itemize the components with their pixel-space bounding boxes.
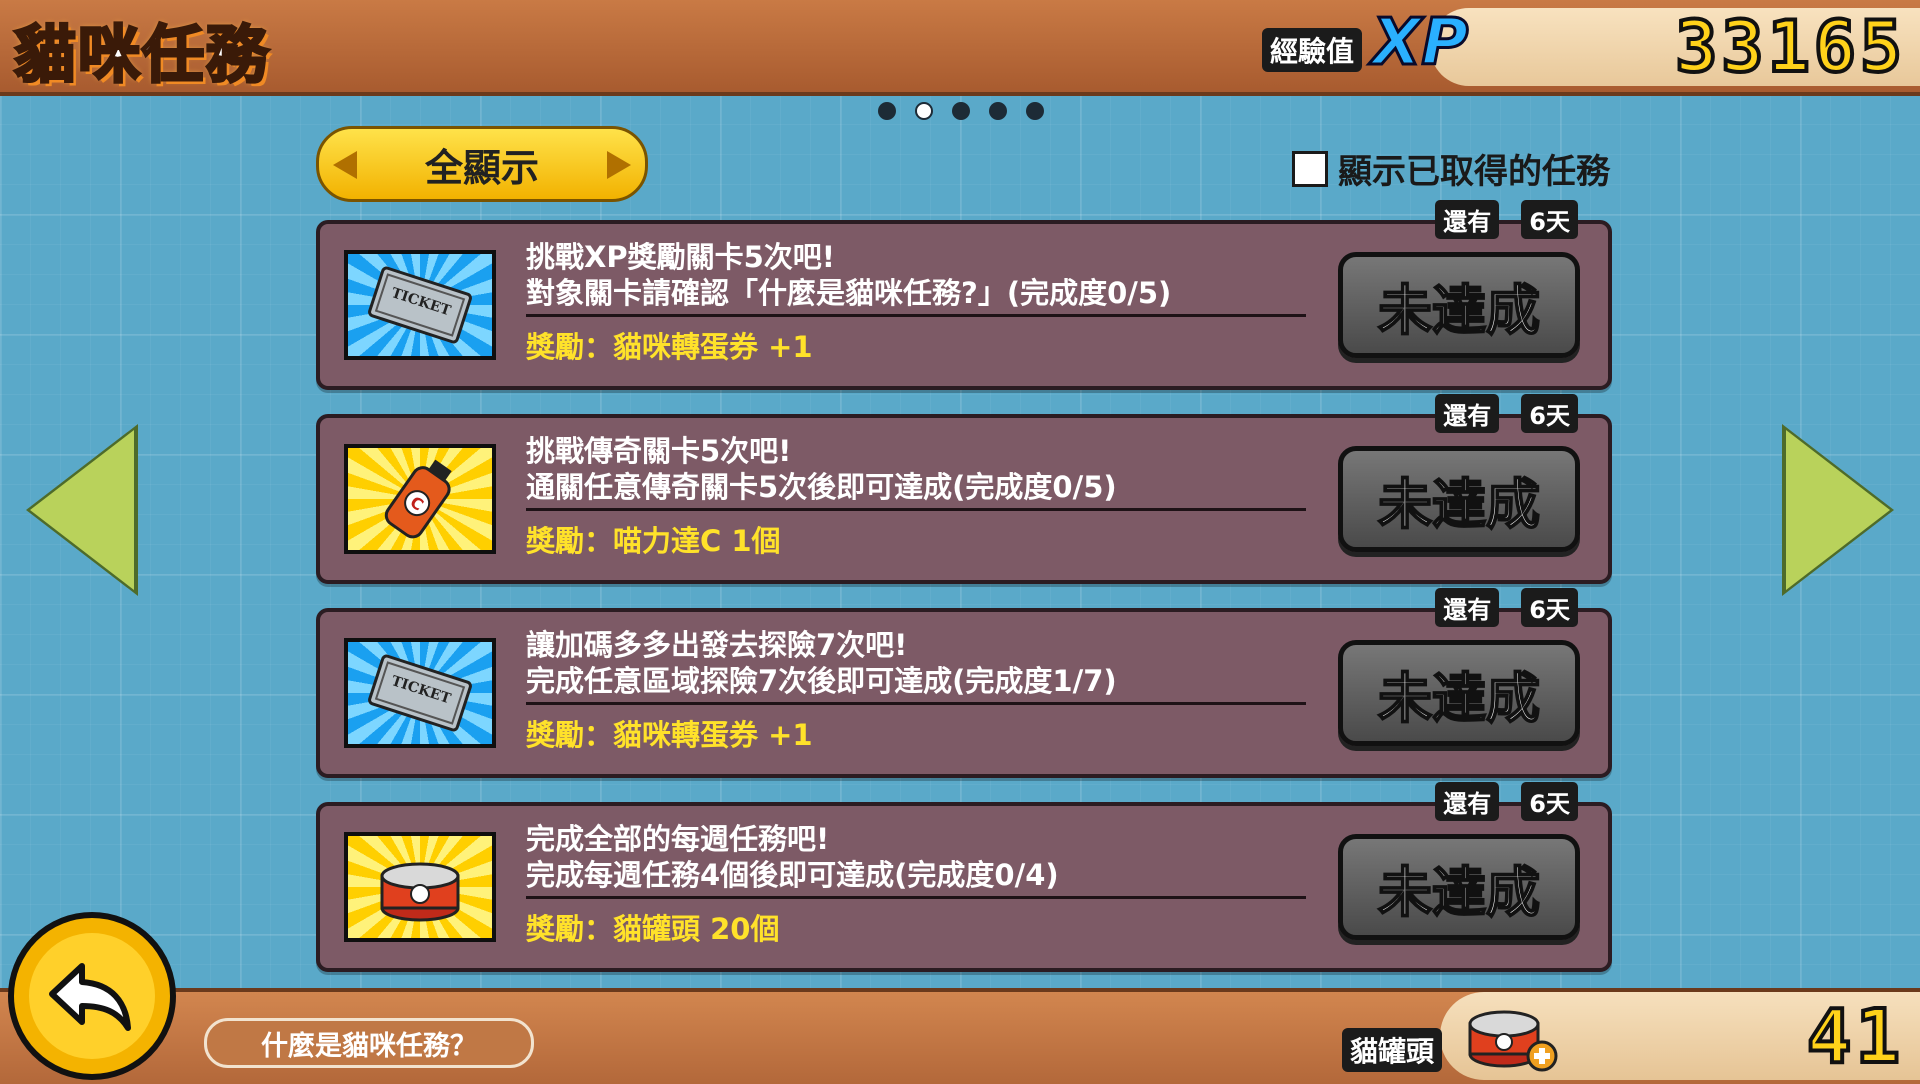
mission-status-button[interactable]: 未達成 [1338,446,1580,552]
ticket-icon: TICKET [344,638,496,748]
show-obtained-label: 顯示已取得的任務 [1338,152,1610,192]
energy-drink-icon: C [344,444,496,554]
can-count: 41 [1805,992,1904,1082]
mission-reward: 獎勵：貓咪轉蛋券 +1 [526,330,813,364]
page-dot[interactable] [1026,102,1044,120]
mission-card: 還有 6天 完成全部的每週任務吧! 完成每週任務4個後即可達成(完成度0/4) … [316,782,1612,972]
status-label: 未達成 [1377,278,1541,343]
deadline-prefix: 還有 [1435,200,1500,239]
status-label: 未達成 [1377,860,1541,925]
mission-description: 完成每週任務4個後即可達成(完成度0/4) [526,858,1059,892]
page-dot[interactable] [878,102,896,120]
mission-reward: 獎勵：貓咪轉蛋券 +1 [526,718,813,752]
deadline-days: 6天 [1521,782,1578,821]
mission-status-button[interactable]: 未達成 [1338,640,1580,746]
prev-page-arrow-icon[interactable] [30,430,134,590]
show-obtained-toggle[interactable]: 顯示已取得的任務 [1292,144,1610,193]
page-title: 貓咪任務 [12,17,271,93]
filter-prev-icon[interactable] [333,151,357,179]
page-dot[interactable] [989,102,1007,120]
mission-reward: 獎勵：喵力達C 1個 [526,524,781,558]
mission-card: 還有 6天 TICKET 挑戰XP獎勵關卡5次吧! 對象關卡請確認「什麼是貓咪任… [316,200,1612,390]
deadline-days: 6天 [1521,394,1578,433]
filter-next-icon[interactable] [607,151,631,179]
deadline-days: 6天 [1521,588,1578,627]
divider [526,896,1306,899]
cat-food-can-add-icon[interactable] [1460,998,1560,1074]
mission-deadline: 還有 6天 [1435,588,1578,627]
next-page-arrow-icon[interactable] [1786,430,1890,590]
ticket-icon: TICKET [344,250,496,360]
mission-description: 通關任意傳奇關卡5次後即可達成(完成度0/5) [526,470,1117,504]
mission-deadline: 還有 6天 [1435,200,1578,239]
mission-card: 還有 6天 C 挑戰傳奇關卡5次吧! 通關任意傳奇關卡5次後即可達成(完成度0/… [316,394,1612,584]
divider [526,314,1306,317]
back-arrow-icon [29,933,155,1059]
help-label: 什麼是貓咪任務？ [261,1030,477,1062]
back-button[interactable] [8,912,176,1080]
mission-status-button[interactable]: 未達成 [1338,252,1580,358]
mission-card: 還有 6天 TICKET 讓加碼多多出發去探險7次吧! 完成任意區域探險7次後即… [316,588,1612,778]
deadline-prefix: 還有 [1435,588,1500,627]
deadline-days: 6天 [1521,200,1578,239]
mission-deadline: 還有 6天 [1435,394,1578,433]
deadline-prefix: 還有 [1435,782,1500,821]
filter-label: 全顯示 [424,145,539,190]
mission-description: 完成任意區域探險7次後即可達成(完成度1/7) [526,664,1117,698]
deadline-prefix: 還有 [1435,394,1500,433]
status-label: 未達成 [1377,666,1541,731]
show-obtained-checkbox[interactable] [1292,150,1328,187]
mission-description: 對象關卡請確認「什麼是貓咪任務?」(完成度0/5) [526,276,1172,310]
divider [526,508,1306,511]
xp-value: 33165 [1673,4,1906,90]
mission-deadline: 還有 6天 [1435,782,1578,821]
mission-status-button[interactable]: 未達成 [1338,834,1580,940]
page-indicator [878,102,1044,120]
xp-word: XP [1370,5,1469,82]
xp-label: 經驗值 [1262,28,1363,72]
mission-reward: 獎勵：貓罐頭 20個 [526,912,780,946]
divider [526,702,1306,705]
status-label: 未達成 [1377,472,1541,537]
page-dot[interactable] [952,102,970,120]
cat-food-can-icon [344,832,496,942]
can-label: 貓罐頭 [1342,1028,1443,1072]
page-dot-active[interactable] [915,102,933,120]
filter-selector[interactable]: 全顯示 [316,126,648,202]
help-button[interactable]: 什麼是貓咪任務？ [204,1018,534,1068]
